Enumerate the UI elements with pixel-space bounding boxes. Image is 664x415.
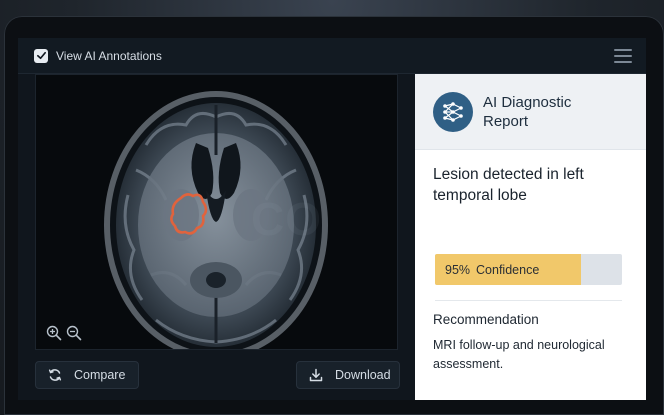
annotations-checkbox[interactable] <box>34 48 48 63</box>
recommendation-text: MRI follow-up and neurological assessmen… <box>433 338 605 371</box>
recommendation-heading: Recommendation <box>433 312 539 327</box>
refresh-icon <box>48 368 62 382</box>
watermark: CO <box>251 193 322 245</box>
report-title: AI Diagnostic Report <box>483 93 572 130</box>
compare-button[interactable]: Compare <box>35 361 139 389</box>
download-button[interactable]: Download <box>296 361 400 389</box>
neural-network-icon <box>433 91 473 132</box>
mri-viewer[interactable]: CO <box>35 74 398 350</box>
brain-mri-image <box>104 91 328 349</box>
divider <box>435 300 622 301</box>
diagnostic-report-panel: AI Diagnostic Report Lesion detected in … <box>415 74 646 400</box>
confidence-text: 95% Confidence <box>445 263 545 277</box>
finding-text: Lesion detected in left temporal lobe <box>433 166 584 204</box>
top-toolbar: View AI Annotations <box>18 38 646 74</box>
compare-label: Compare <box>74 368 126 382</box>
confidence-value: 95% <box>445 263 471 277</box>
download-label: Download <box>335 368 391 382</box>
annotations-label[interactable]: View AI Annotations <box>56 49 162 63</box>
report-header: AI Diagnostic Report <box>415 74 646 150</box>
download-icon <box>309 368 323 382</box>
hamburger-menu-icon[interactable] <box>614 49 632 63</box>
zoom-in-icon[interactable] <box>46 325 62 341</box>
check-icon <box>36 51 46 60</box>
zoom-out-icon[interactable] <box>66 325 82 341</box>
app-screen: View AI Annotations CO Compare Download … <box>18 38 646 400</box>
confidence-label: Confidence <box>476 263 540 277</box>
